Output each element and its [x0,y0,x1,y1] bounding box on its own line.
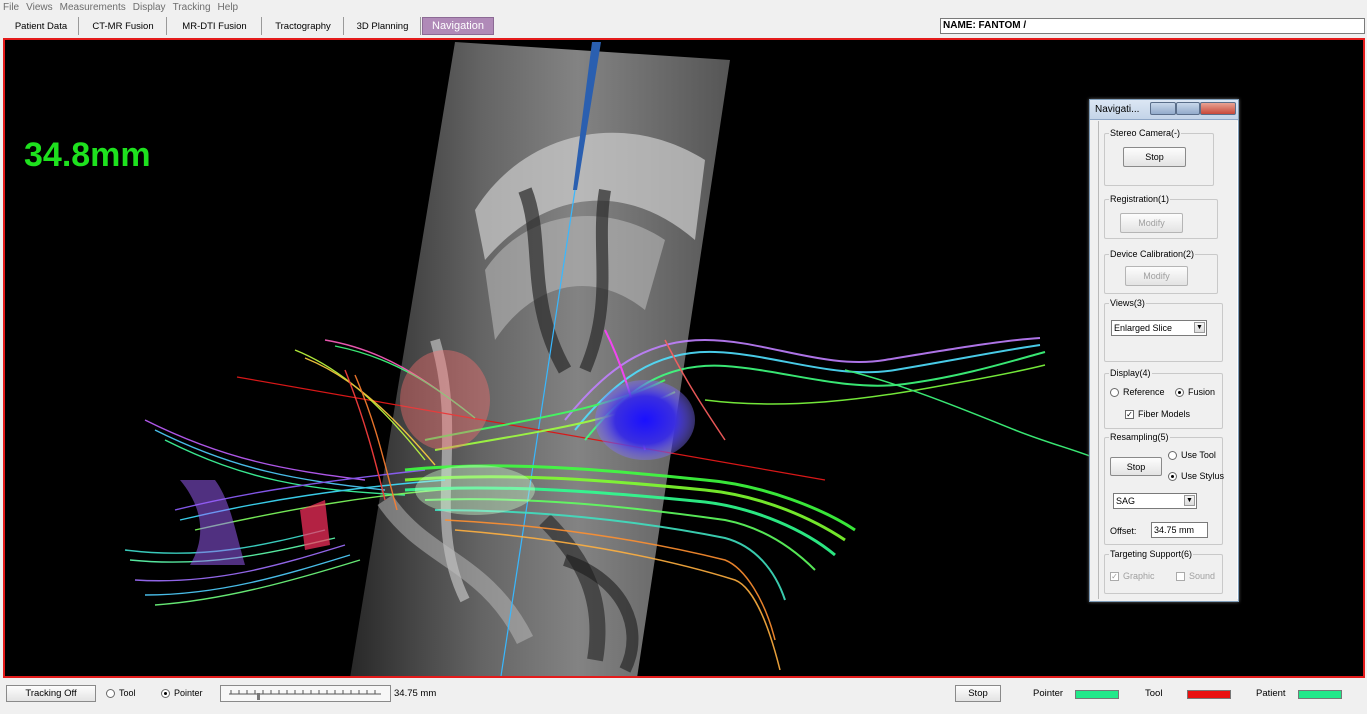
navigation-panel: Navigati... Stereo Camera(-) Stop Regist… [1089,99,1239,602]
chevron-down-icon: ▼ [1194,322,1205,333]
pointer-status-indicator [1075,690,1119,699]
menu-display[interactable]: Display [133,2,166,13]
registration-group: Registration(1) Modify [1104,194,1218,239]
app-window: File Views Measurements Display Tracking… [0,0,1367,714]
pointer-radio-label: Pointer [174,688,203,698]
offset-slider[interactable] [220,685,391,702]
radio-icon [1168,450,1177,460]
views-title: Views(3) [1109,298,1146,308]
targeting-support-title: Targeting Support(6) [1109,549,1194,559]
tool-status-indicator [1187,690,1231,699]
radio-selected-icon [1175,387,1184,397]
resampling-group: Resampling(5) Stop Use Tool Use Stylus S… [1104,432,1224,545]
resampling-title: Resampling(5) [1109,432,1170,442]
display-title: Display(4) [1109,368,1152,378]
navigation-panel-title: Navigati... [1095,104,1140,115]
slider-thumb[interactable] [257,693,260,700]
targeting-sound-label: Sound [1189,571,1216,581]
device-calibration-modify-button[interactable]: Modify [1125,266,1188,286]
fiber-cluster-white [415,465,535,515]
targeting-sound-checkbox[interactable]: Sound [1176,571,1215,581]
views-group: Views(3) Enlarged Slice ▼ [1104,298,1223,362]
minimize-button[interactable] [1150,102,1176,115]
tab-3d-planning[interactable]: 3D Planning [345,17,421,35]
display-reference-radio[interactable]: Reference [1110,387,1165,397]
display-reference-label: Reference [1123,387,1165,397]
close-button[interactable] [1200,102,1236,115]
status-bar: Tracking Off Tool Pointer 34.75 mm Stop … [0,680,1367,714]
chevron-down-icon: ▼ [1184,495,1195,506]
tab-tractography[interactable]: Tractography [263,17,344,35]
status-stop-button[interactable]: Stop [955,685,1001,702]
registration-modify-button[interactable]: Modify [1120,213,1183,233]
targeting-graphic-label: Graphic [1123,571,1155,581]
display-fusion-radio[interactable]: Fusion [1175,387,1215,397]
targeting-support-group: Targeting Support(6) ✓ Graphic Sound [1104,549,1223,594]
device-calibration-group: Device Calibration(2) Modify [1104,249,1218,294]
tool-radio[interactable]: Tool [106,688,136,698]
display-fusion-label: Fusion [1188,387,1216,397]
targeting-graphic-checkbox[interactable]: ✓ Graphic [1110,571,1155,581]
registration-title: Registration(1) [1109,194,1171,204]
menu-views[interactable]: Views [26,2,53,13]
tab-mr-dti-fusion[interactable]: MR-DTI Fusion [168,17,262,35]
menu-measurements[interactable]: Measurements [60,2,126,13]
patient-status-indicator [1298,690,1342,699]
device-calibration-title: Device Calibration(2) [1109,249,1196,259]
fiber-cluster-blue [595,380,695,460]
menu-help[interactable]: Help [218,2,239,13]
pointer-radio[interactable]: Pointer [161,688,203,698]
tab-patient-data[interactable]: Patient Data [4,17,79,35]
depth-readout: 34.8mm [24,136,151,174]
tab-ct-mr-fusion[interactable]: CT-MR Fusion [80,17,167,35]
navigation-panel-body: Stereo Camera(-) Stop Registration(1) Mo… [1098,121,1238,599]
mri-slice [350,42,730,676]
fiber-fan-left [180,480,245,565]
use-stylus-radio[interactable]: Use Stylus [1168,471,1224,481]
views-select-value: Enlarged Slice [1114,323,1173,333]
radio-icon [1110,387,1119,397]
radio-icon [106,688,115,698]
use-tool-radio[interactable]: Use Tool [1168,450,1216,460]
stereo-camera-group: Stereo Camera(-) Stop [1104,128,1214,186]
radio-selected-icon [1168,471,1177,481]
use-stylus-label: Use Stylus [1181,471,1225,481]
stereo-camera-title: Stereo Camera(-) [1109,128,1182,138]
fiber-models-checkbox[interactable]: ✓ Fiber Models [1125,409,1190,419]
checkbox-icon [1176,571,1185,581]
slider-value: 34.75 mm [394,688,437,699]
patient-status-label: Patient [1256,688,1286,699]
views-select[interactable]: Enlarged Slice ▼ [1111,320,1207,336]
pointer-status-label: Pointer [1033,688,1064,699]
resampling-plane-value: SAG [1116,496,1136,506]
menu-tracking[interactable]: Tracking [173,2,211,13]
stereo-camera-stop-button[interactable]: Stop [1123,147,1186,167]
radio-selected-icon [161,688,170,698]
offset-label: Offset: [1110,526,1137,536]
resampling-plane-select[interactable]: SAG ▼ [1113,493,1197,509]
menu-bar: File Views Measurements Display Tracking… [0,0,1367,14]
tracking-off-button[interactable]: Tracking Off [6,685,96,702]
use-tool-label: Use Tool [1181,450,1216,460]
checkmark-icon: ✓ [1110,571,1119,581]
menu-file[interactable]: File [3,2,19,13]
tool-radio-label: Tool [119,688,136,698]
patient-name-field: NAME: FANTOM / [940,18,1365,34]
display-group: Display(4) Reference Fusion ✓ Fiber Mode… [1104,368,1223,429]
tool-status-label: Tool [1145,688,1163,699]
offset-input[interactable]: 34.75 mm [1151,522,1208,538]
slider-ticks [229,690,381,700]
resampling-stop-button[interactable]: Stop [1110,457,1162,476]
fiber-cluster-red [400,350,490,450]
maximize-button[interactable] [1176,102,1200,115]
checkmark-icon: ✓ [1125,409,1134,419]
tab-navigation[interactable]: Navigation [422,17,494,35]
fiber-models-label: Fiber Models [1138,409,1191,419]
